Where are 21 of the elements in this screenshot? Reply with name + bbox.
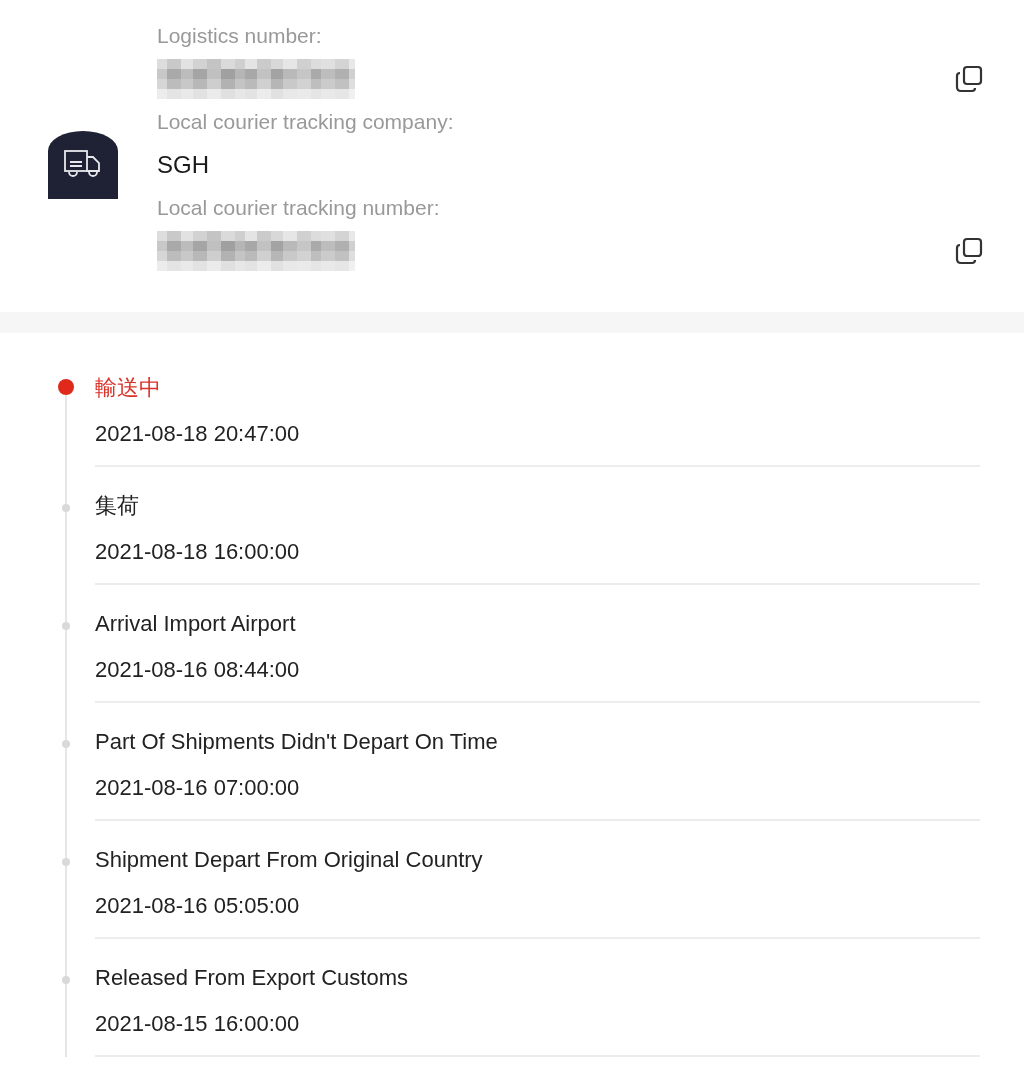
event-title: Arrival Import Airport bbox=[95, 610, 297, 638]
copy-icon bbox=[955, 65, 983, 93]
event-time: 2021-08-16 07:00:00 bbox=[95, 774, 301, 802]
event-time: 2021-08-18 20:47:00 bbox=[95, 420, 301, 448]
truck-icon bbox=[48, 131, 118, 199]
copy-icon bbox=[955, 237, 983, 265]
copy-button[interactable] bbox=[954, 236, 984, 266]
event-time: 2021-08-15 16:00:00 bbox=[95, 1010, 301, 1038]
event-title: Part Of Shipments Didn't Depart On Time bbox=[95, 728, 499, 756]
event-time: 2021-08-16 05:05:00 bbox=[95, 892, 301, 920]
field-label: Local courier tracking number: bbox=[157, 195, 441, 221]
field-label: Local courier tracking company: bbox=[157, 109, 455, 135]
event-time: 2021-08-16 08:44:00 bbox=[95, 656, 301, 684]
copy-button[interactable] bbox=[954, 64, 984, 94]
event-title: 集荷 bbox=[95, 492, 140, 520]
event-title: 輸送中 bbox=[95, 374, 162, 402]
event-title: Released From Export Customs bbox=[95, 964, 409, 992]
event-title: Shipment Depart From Original Country bbox=[95, 846, 484, 874]
field-value: SGH bbox=[157, 150, 209, 180]
event-time: 2021-08-18 16:00:00 bbox=[95, 538, 301, 566]
field-label: Logistics number: bbox=[157, 23, 323, 49]
